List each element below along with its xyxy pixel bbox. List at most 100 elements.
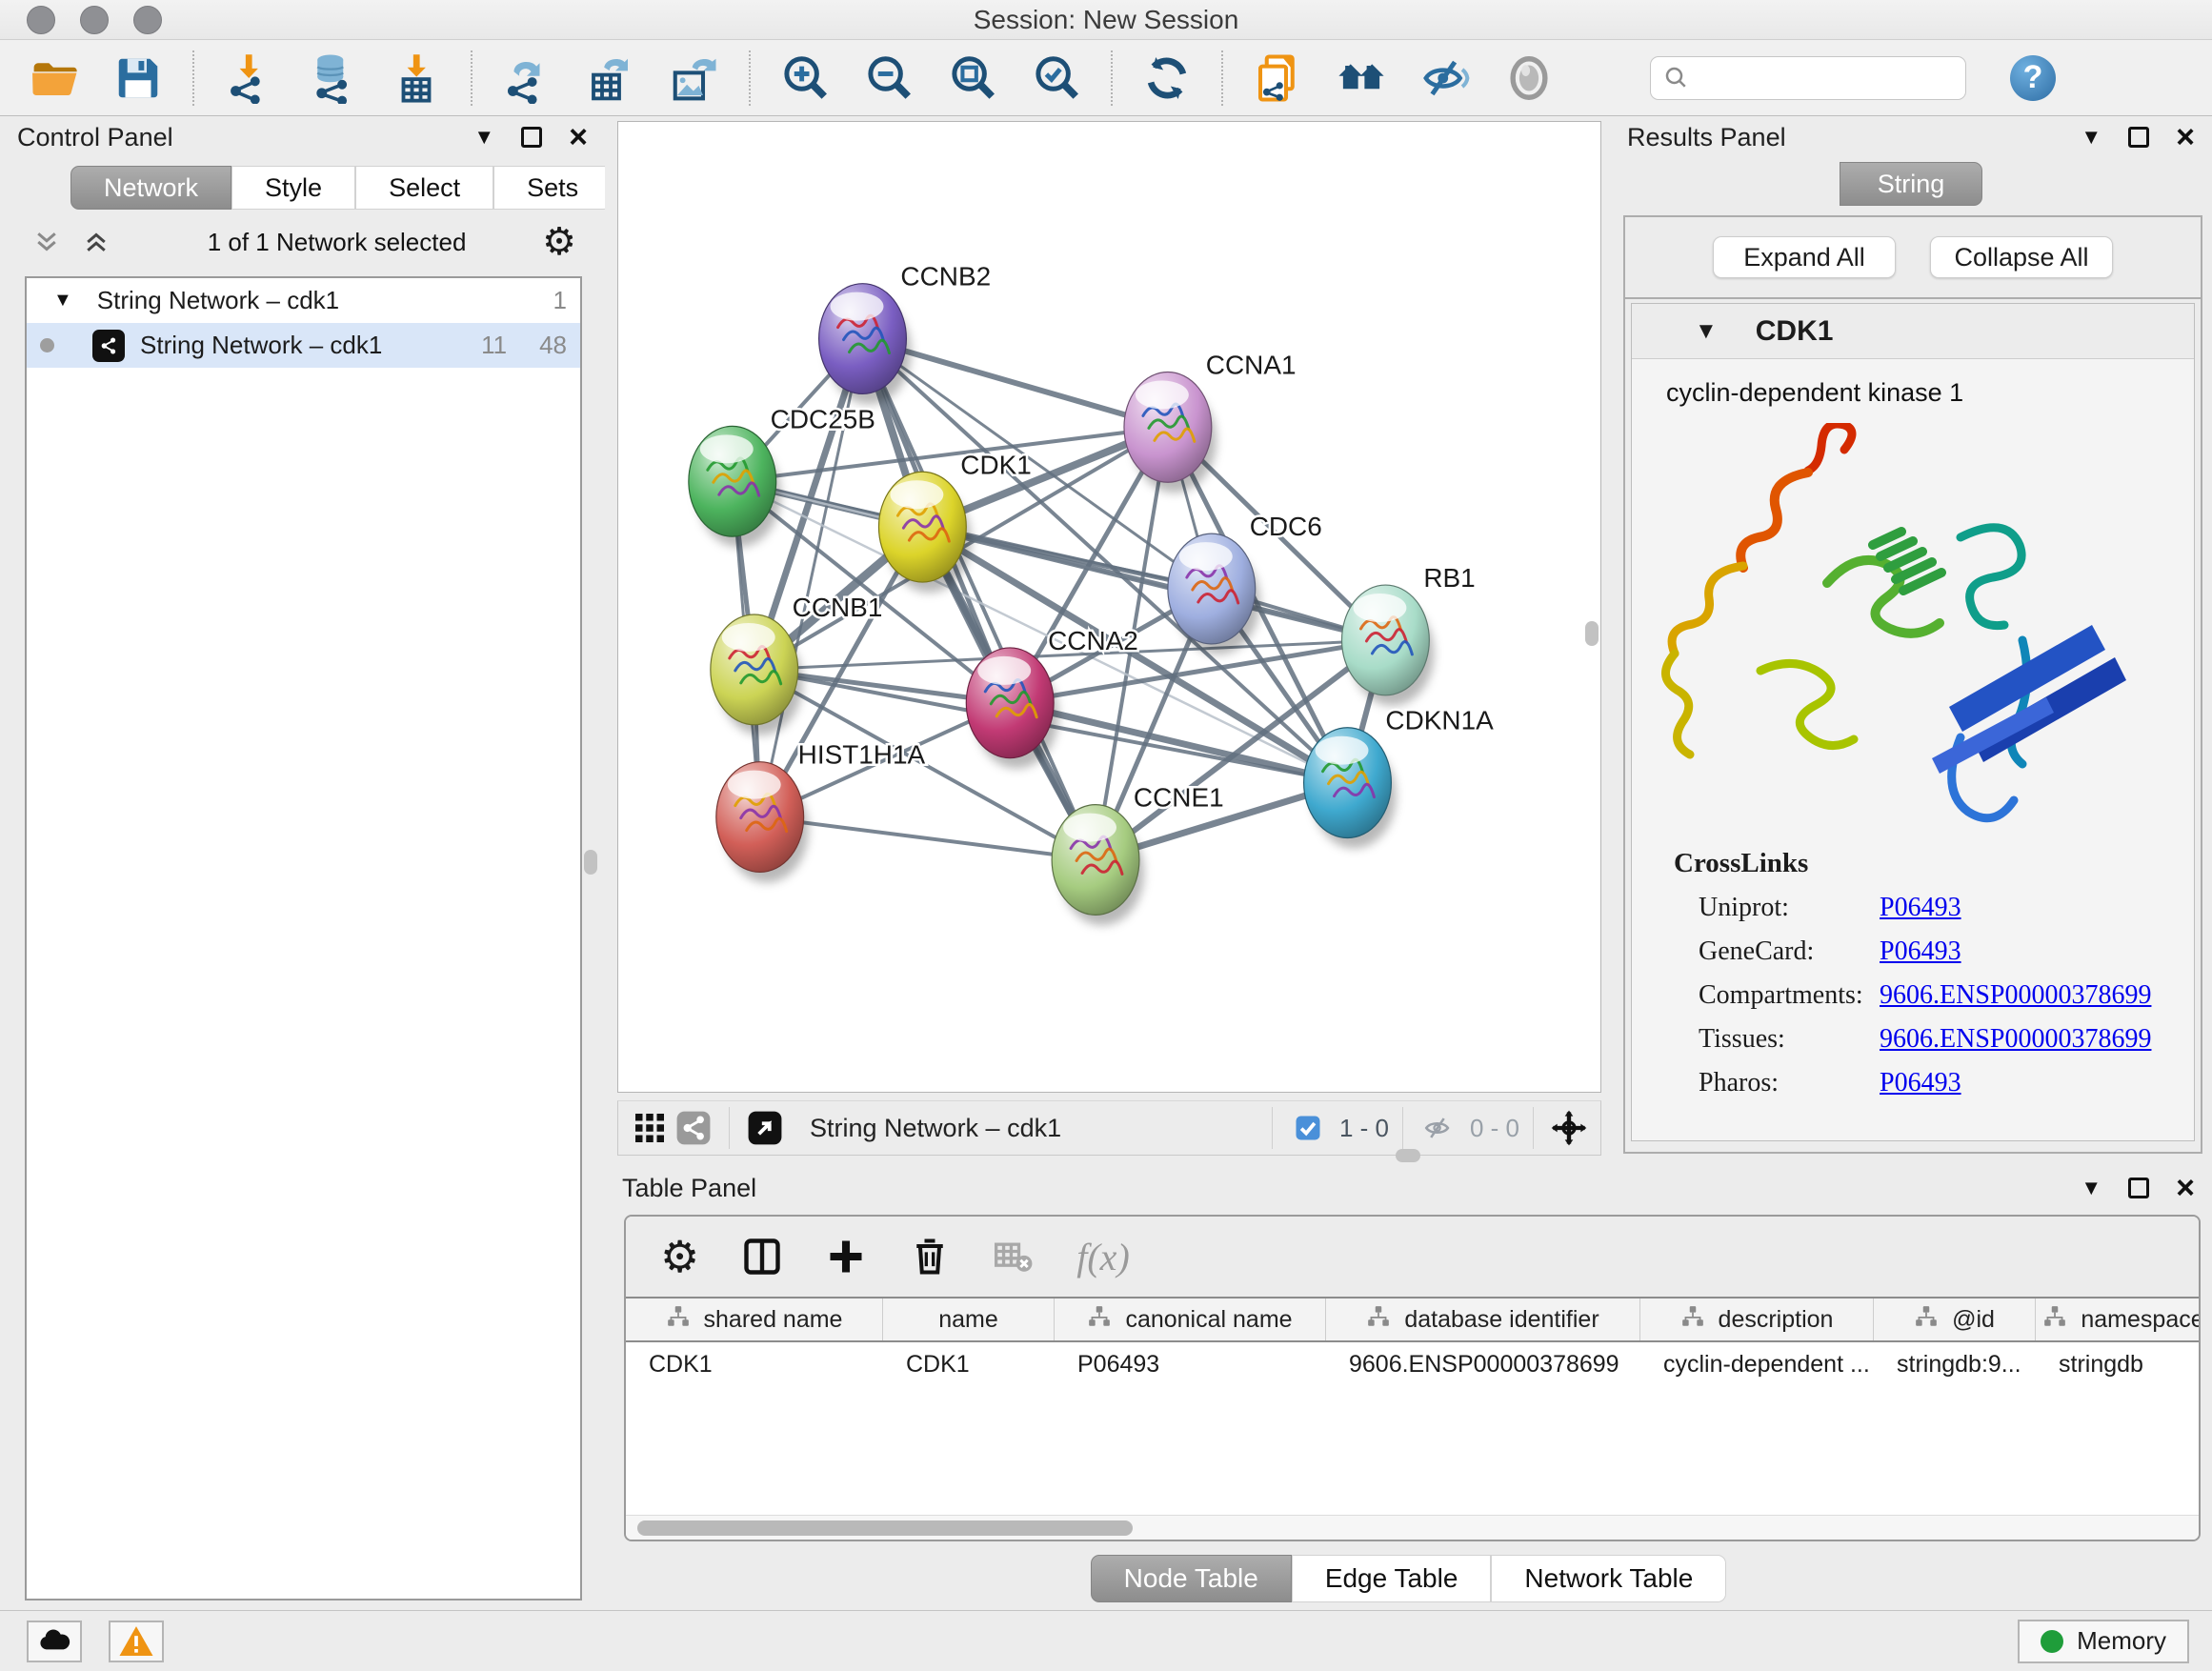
tab-string[interactable]: String [1840,162,1982,206]
collapse-all-icon[interactable] [32,228,61,256]
right-splitter-handle[interactable] [1585,621,1599,646]
node-CCNA2[interactable]: CCNA2 [966,626,1138,769]
create-column-plus-icon[interactable] [825,1236,867,1278]
panel-close-icon[interactable]: × [569,127,588,148]
table-row[interactable]: CDK1CDK1P064939606.ENSP00000378699cyclin… [626,1342,2199,1386]
node-CCNE1[interactable]: CCNE1 [1052,783,1224,926]
panel-collapse-icon[interactable]: ▼ [2081,125,2101,150]
zoom-out-button[interactable] [861,50,916,106]
column-header-name[interactable]: name [883,1299,1055,1340]
memory-button[interactable]: Memory [2018,1620,2189,1663]
import-network-file-button[interactable] [221,50,276,106]
crosslink-link[interactable]: P06493 [1880,936,1961,967]
search-input[interactable] [1691,64,1948,91]
tab-network[interactable]: Network [70,166,231,210]
scrollbar-thumb[interactable] [637,1520,1133,1536]
zoom-fit-button[interactable] [945,50,1000,106]
table-options-gear-icon[interactable]: ⚙ [660,1238,699,1276]
network-from-selection-button[interactable] [1250,50,1305,106]
column-header-description[interactable]: description [1640,1299,1874,1340]
edge-CCNB2-CCNE1[interactable] [863,339,1096,860]
edge-CCNA2-CDKN1A[interactable] [1010,703,1347,783]
table-cell[interactable]: stringdb [2036,1342,2199,1386]
tab-network-table[interactable]: Network Table [1491,1555,1726,1602]
collection-expand-caret-icon[interactable]: ▼ [53,290,72,312]
table-cell[interactable]: CDK1 [626,1342,883,1386]
network-row-selected[interactable]: String Network – cdk1 11 48 [27,323,580,368]
section-expand-caret-icon[interactable]: ▼ [1695,318,1718,345]
import-table-button[interactable] [389,50,444,106]
help-icon[interactable]: ? [2010,55,2056,101]
node-RB1[interactable]: RB1 [1342,563,1476,706]
panel-float-icon[interactable] [521,127,542,148]
birdseye-grid-icon[interactable] [628,1106,672,1150]
panel-float-icon[interactable] [2128,1178,2149,1198]
hide-selected-button[interactable] [1418,50,1473,106]
table-cell[interactable]: 9606.ENSP00000378699 [1326,1342,1640,1386]
edge-HIST1H1A-CCNE1[interactable] [760,817,1096,860]
cloud-status-button[interactable] [27,1621,82,1662]
panel-collapse-icon[interactable]: ▼ [473,125,494,150]
crosslink-link[interactable]: 9606.ENSP00000378699 [1880,980,2151,1011]
panel-float-icon[interactable] [2128,127,2149,148]
column-header-canonical-name[interactable]: canonical name [1055,1299,1326,1340]
fit-content-crosshair-icon[interactable] [1547,1106,1591,1150]
first-neighbors-button[interactable] [1334,50,1389,106]
network-graph[interactable]: CCNB2CCNA1CDC25BCDK1CDC6RB1CCNB1CCNA2CDK… [618,122,1600,1092]
tab-sets[interactable]: Sets [493,166,612,210]
node-CDC6[interactable]: CDC6 [1168,512,1322,654]
column-header-shared-name[interactable]: shared name [626,1299,883,1340]
crosslink-link[interactable]: 9606.ENSP00000378699 [1880,1024,2151,1055]
tab-select[interactable]: Select [355,166,493,210]
node-CDKN1A[interactable]: CDKN1A [1304,706,1495,849]
export-network-button[interactable] [499,50,554,106]
crosslink-link[interactable]: P06493 [1880,893,1961,923]
zoom-selected-button[interactable] [1029,50,1084,106]
table-cell[interactable]: cyclin-dependent ... [1640,1342,1874,1386]
node-HIST1H1A[interactable]: HIST1H1A [716,740,926,883]
panel-collapse-icon[interactable]: ▼ [2081,1176,2101,1200]
table-cell[interactable]: stringdb:9... [1874,1342,2036,1386]
network-canvas[interactable]: CCNB2CCNA1CDC25BCDK1CDC6RB1CCNB1CCNA2CDK… [617,121,1601,1093]
function-builder-icon[interactable]: f(x) [1076,1235,1130,1279]
left-splitter-handle[interactable] [584,850,597,875]
expand-all-button[interactable]: Expand All [1713,236,1896,278]
expand-all-icon[interactable] [82,228,111,256]
delete-table-icon[interactable] [993,1236,1035,1278]
show-all-button[interactable] [1501,50,1557,106]
zoom-in-button[interactable] [777,50,833,106]
show-columns-icon[interactable] [741,1236,783,1278]
tab-edge-table[interactable]: Edge Table [1292,1555,1492,1602]
export-table-button[interactable] [583,50,638,106]
column-header-database-identifier[interactable]: database identifier [1326,1299,1640,1340]
table-cell[interactable]: CDK1 [883,1342,1055,1386]
hidden-eye-icon[interactable] [1417,1106,1460,1150]
network-collection-row[interactable]: ▼ String Network – cdk1 1 [27,278,580,323]
string-view-icon[interactable] [672,1106,715,1150]
selected-checkbox-icon[interactable] [1286,1106,1330,1150]
node-CCNB2[interactable]: CCNB2 [819,262,992,405]
search-box[interactable] [1650,56,1966,100]
gene-section-header[interactable]: ▼ CDK1 [1632,304,2194,359]
open-in-window-icon[interactable] [743,1106,787,1150]
table-horizontal-scrollbar[interactable] [626,1515,2199,1540]
export-image-button[interactable] [667,50,722,106]
table-cell[interactable]: P06493 [1055,1342,1326,1386]
node-table[interactable]: shared namenamecanonical namedatabase id… [626,1297,2199,1515]
column-header-namespace[interactable]: namespace [2036,1299,2199,1340]
tab-node-table[interactable]: Node Table [1091,1555,1292,1602]
horizontal-splitter-handle[interactable] [1396,1149,1420,1162]
panel-close-icon[interactable]: × [2176,1178,2195,1198]
import-network-database-button[interactable] [305,50,360,106]
tab-style[interactable]: Style [231,166,355,210]
panel-close-icon[interactable]: × [2176,127,2195,148]
network-options-gear-icon[interactable]: ⚙ [542,223,576,261]
refresh-button[interactable] [1139,50,1195,106]
crosslink-link[interactable]: P06493 [1880,1068,1961,1098]
save-session-button[interactable] [111,50,166,106]
collapse-all-button[interactable]: Collapse All [1930,236,2113,278]
delete-column-trash-icon[interactable] [909,1236,951,1278]
open-file-button[interactable] [27,50,82,106]
warnings-button[interactable] [109,1621,164,1662]
column-header-@id[interactable]: @id [1874,1299,2036,1340]
